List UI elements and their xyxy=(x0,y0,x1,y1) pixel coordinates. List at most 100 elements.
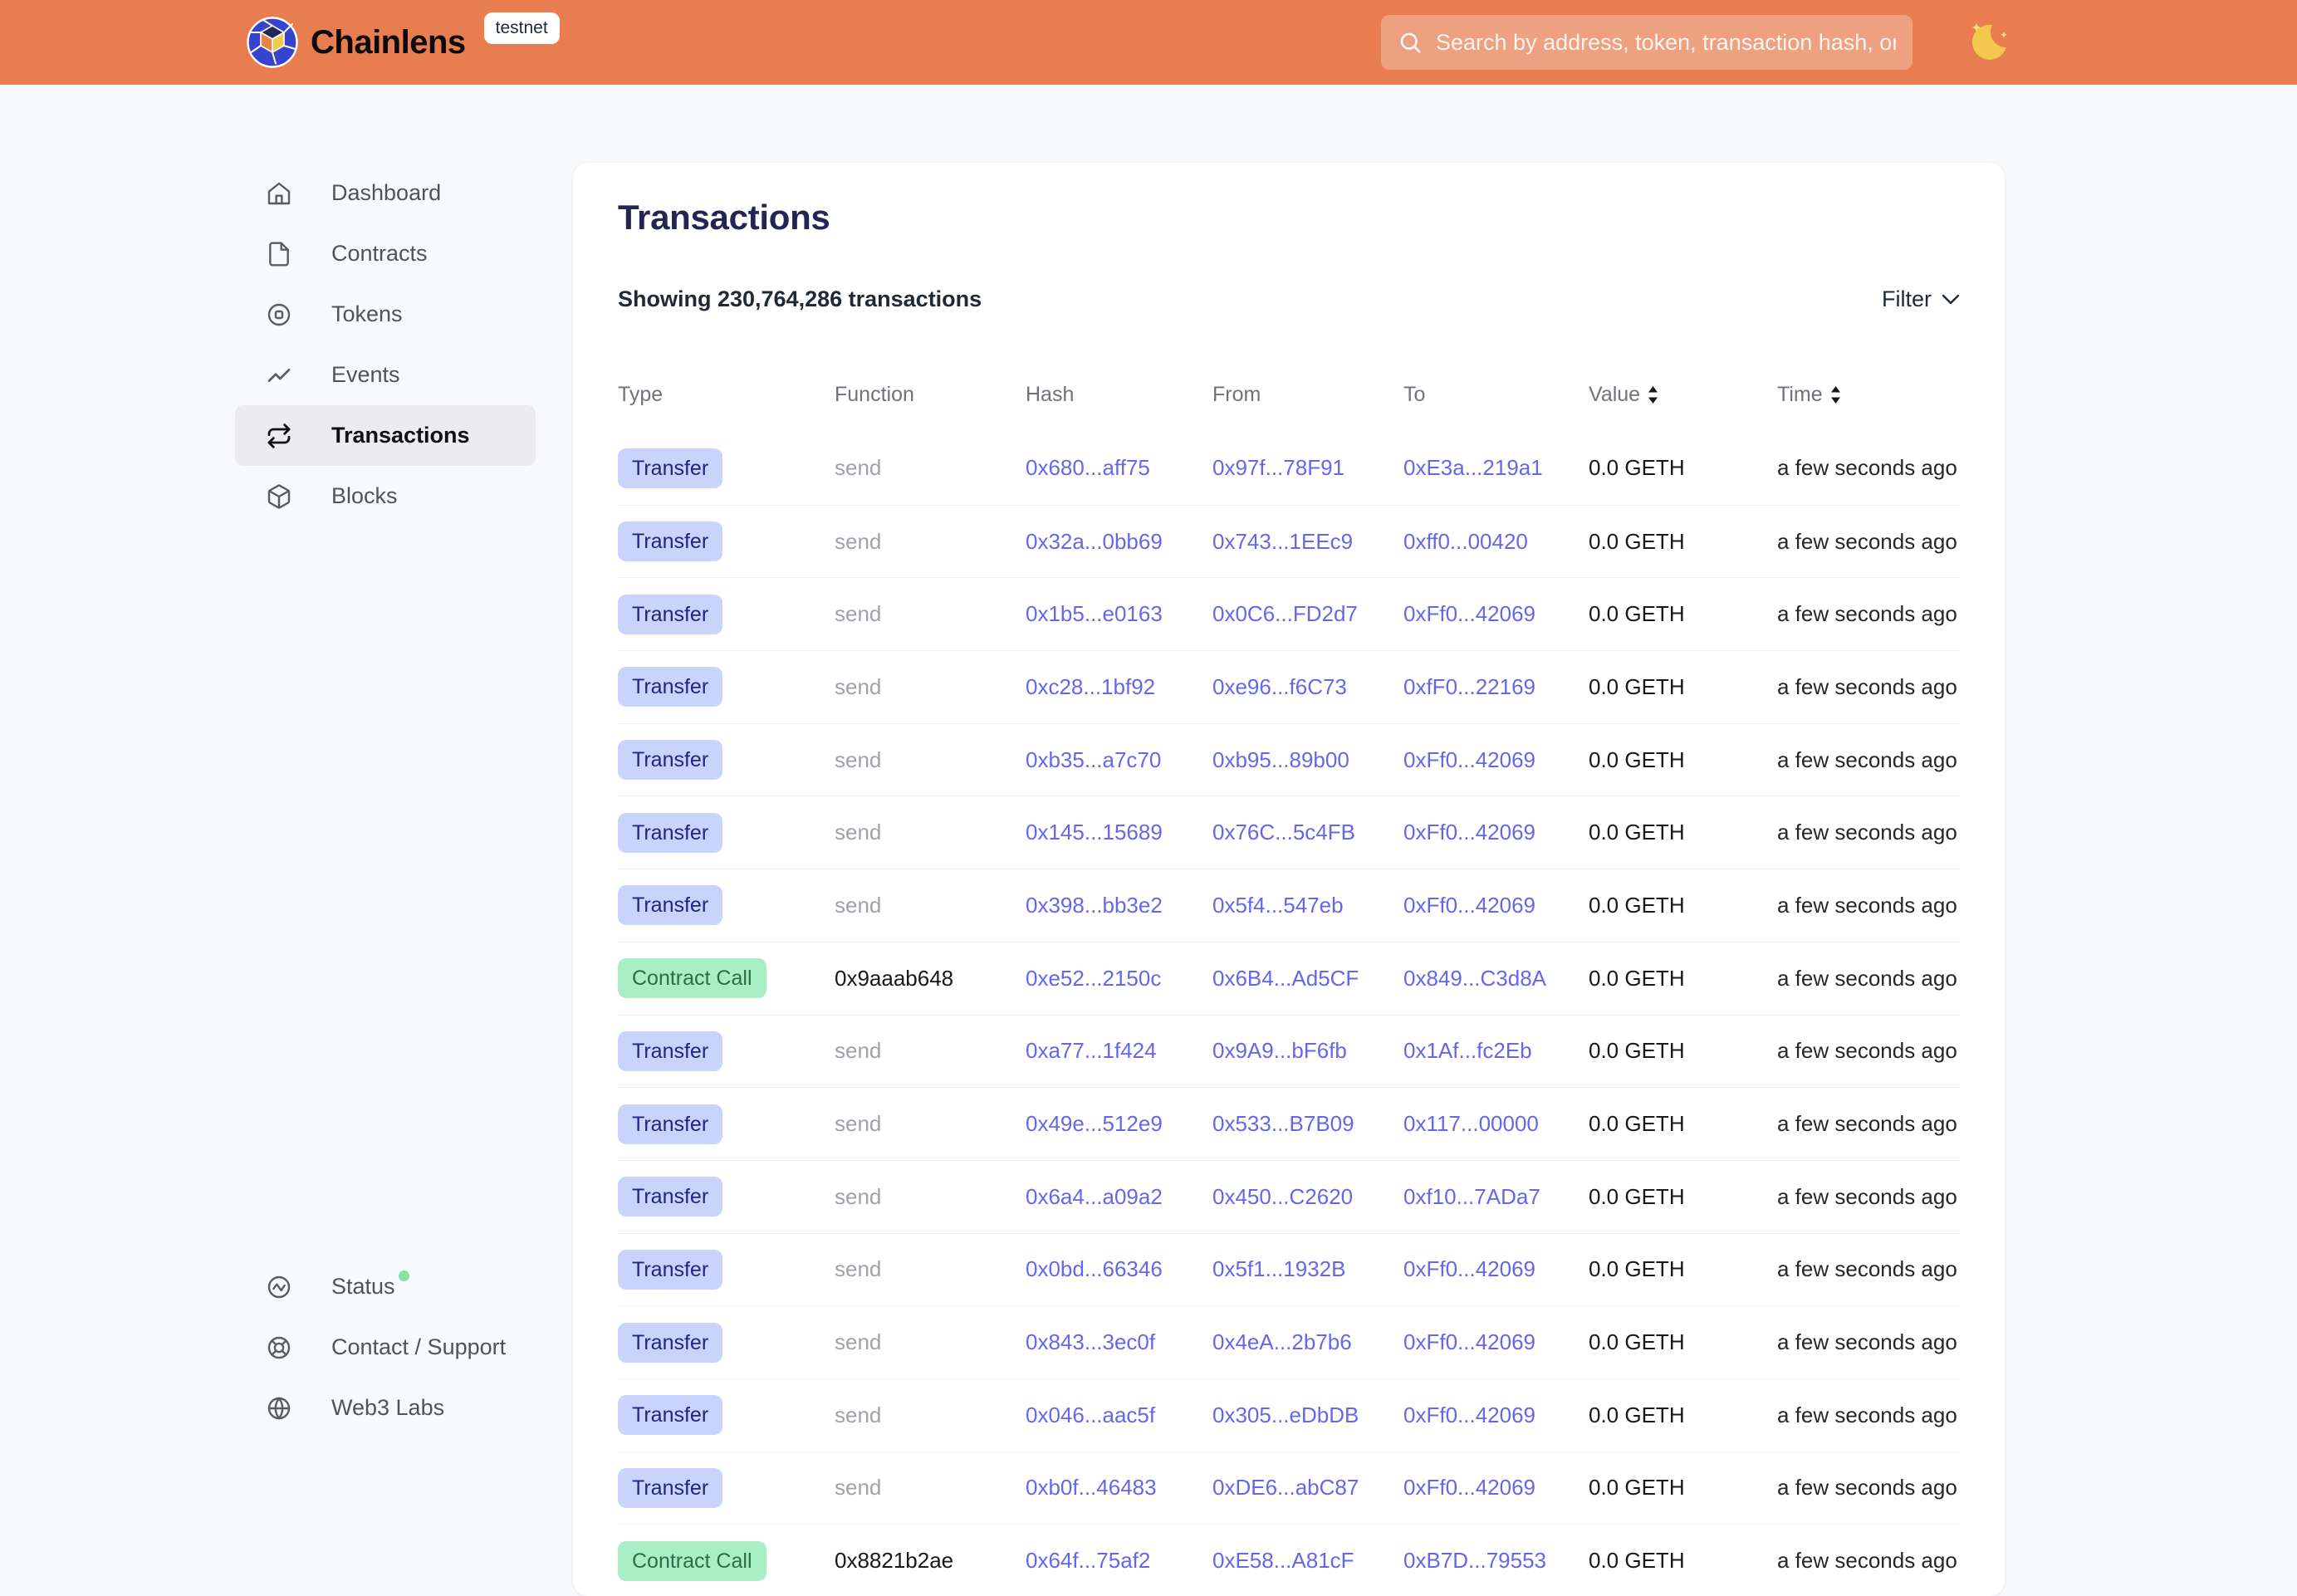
hash-link[interactable]: 0x046...aac5f xyxy=(1026,1403,1155,1427)
sidebar-item-label: Contracts xyxy=(331,241,428,267)
from-link[interactable]: 0x9A9...bF6fb xyxy=(1212,1038,1347,1063)
top-header: Chainlens testnet xyxy=(0,0,2297,85)
status-icon xyxy=(266,1274,292,1300)
to-link[interactable]: 0xf10...7ADa7 xyxy=(1403,1184,1540,1209)
time-cell: a few seconds ago xyxy=(1777,893,1957,918)
column-header-type: Type xyxy=(618,382,835,407)
hash-link[interactable]: 0xb0f...46483 xyxy=(1026,1475,1157,1500)
to-link[interactable]: 0xFf0...42069 xyxy=(1403,1475,1535,1500)
to-link[interactable]: 0xFf0...42069 xyxy=(1403,893,1535,918)
to-link[interactable]: 0x1Af...fc2Eb xyxy=(1403,1038,1532,1063)
column-header-hash: Hash xyxy=(1026,382,1212,407)
hash-link[interactable]: 0x398...bb3e2 xyxy=(1026,893,1163,918)
value-cell: 0.0 GETH xyxy=(1589,1475,1685,1500)
hash-link[interactable]: 0x6a4...a09a2 xyxy=(1026,1184,1163,1209)
hash-link[interactable]: 0xe52...2150c xyxy=(1026,966,1161,991)
filter-button[interactable]: Filter xyxy=(1882,286,1960,312)
sidebar-item-events[interactable]: Events xyxy=(235,345,536,405)
to-link[interactable]: 0xFf0...42069 xyxy=(1403,747,1535,772)
table-row: Transfersend0xc28...1bf920xe96...f6C730x… xyxy=(618,650,1960,723)
search-input[interactable] xyxy=(1436,30,1896,56)
dark-mode-moon-icon[interactable] xyxy=(1966,20,2010,66)
to-link[interactable]: 0xFf0...42069 xyxy=(1403,1256,1535,1281)
sidebar-item-contact-support[interactable]: Contact / Support xyxy=(235,1317,536,1378)
from-link[interactable]: 0x0C6...FD2d7 xyxy=(1212,601,1358,626)
table-row: Transfersend0x1b5...e01630x0C6...FD2d70x… xyxy=(618,577,1960,650)
from-link[interactable]: 0x5f4...547eb xyxy=(1212,893,1344,918)
time-cell: a few seconds ago xyxy=(1777,674,1957,699)
hash-link[interactable]: 0x145...15689 xyxy=(1026,820,1163,845)
search-icon xyxy=(1398,30,1423,55)
function-cell: send xyxy=(835,601,881,626)
from-link[interactable]: 0x76C...5c4FB xyxy=(1212,820,1355,845)
to-link[interactable]: 0xFf0...42069 xyxy=(1403,1403,1535,1427)
tx-type-badge: Transfer xyxy=(618,813,722,853)
sort-time-icon[interactable] xyxy=(1829,384,1842,405)
showing-count: Showing 230,764,286 transactions xyxy=(618,286,982,312)
hash-link[interactable]: 0x49e...512e9 xyxy=(1026,1111,1163,1136)
to-link[interactable]: 0x117...00000 xyxy=(1403,1111,1539,1136)
from-link[interactable]: 0x4eA...2b7b6 xyxy=(1212,1329,1352,1354)
hash-link[interactable]: 0xb35...a7c70 xyxy=(1026,747,1161,772)
hash-link[interactable]: 0x32a...0bb69 xyxy=(1026,529,1163,554)
from-link[interactable]: 0x305...eDbDB xyxy=(1212,1403,1359,1427)
table-row: Transfersend0x145...156890x76C...5c4FB0x… xyxy=(618,796,1960,869)
to-link[interactable]: 0xfF0...22169 xyxy=(1403,674,1535,699)
sidebar-item-contracts[interactable]: Contracts xyxy=(235,223,536,284)
token-icon xyxy=(266,301,292,328)
time-cell: a few seconds ago xyxy=(1777,747,1957,772)
tx-type-badge: Transfer xyxy=(618,1177,722,1217)
search-bar[interactable] xyxy=(1381,15,1913,70)
to-link[interactable]: 0xB7D...79553 xyxy=(1403,1548,1546,1573)
from-link[interactable]: 0x97f...78F91 xyxy=(1212,455,1344,480)
sidebar-item-blocks[interactable]: Blocks xyxy=(235,466,536,526)
hash-link[interactable]: 0x680...aff75 xyxy=(1026,455,1150,480)
tx-type-badge: Transfer xyxy=(618,1468,722,1508)
to-link[interactable]: 0xE3a...219a1 xyxy=(1403,455,1543,480)
from-link[interactable]: 0x450...C2620 xyxy=(1212,1184,1353,1209)
sidebar-item-label: Web3 Labs xyxy=(331,1395,444,1421)
sidebar-item-web3-labs[interactable]: Web3 Labs xyxy=(235,1378,536,1438)
globe-icon xyxy=(266,1395,292,1422)
table-row: Transfersend0xb0f...464830xDE6...abC870x… xyxy=(618,1452,1960,1525)
value-cell: 0.0 GETH xyxy=(1589,1111,1685,1136)
from-link[interactable]: 0xE58...A81cF xyxy=(1212,1548,1354,1573)
value-cell: 0.0 GETH xyxy=(1589,820,1685,845)
sort-value-icon[interactable] xyxy=(1647,384,1659,405)
to-link[interactable]: 0xFf0...42069 xyxy=(1403,601,1535,626)
function-cell: send xyxy=(835,674,881,699)
sidebar-item-tokens[interactable]: Tokens xyxy=(235,284,536,345)
table-row: Transfersend0x680...aff750x97f...78F910x… xyxy=(618,432,1960,505)
to-link[interactable]: 0xFf0...42069 xyxy=(1403,820,1535,845)
brand[interactable]: Chainlens testnet xyxy=(246,0,560,85)
column-header-value: Value xyxy=(1589,382,1777,407)
from-link[interactable]: 0x6B4...Ad5CF xyxy=(1212,966,1359,991)
tx-type-badge: Transfer xyxy=(618,1031,722,1071)
hash-link[interactable]: 0x843...3ec0f xyxy=(1026,1329,1155,1354)
hash-link[interactable]: 0x0bd...66346 xyxy=(1026,1256,1163,1281)
sidebar-item-label: Blocks xyxy=(331,483,398,509)
value-cell: 0.0 GETH xyxy=(1589,1403,1685,1427)
hash-link[interactable]: 0xa77...1f424 xyxy=(1026,1038,1157,1063)
function-cell: 0x8821b2ae xyxy=(835,1548,953,1573)
sidebar-item-label: Tokens xyxy=(331,301,403,327)
to-link[interactable]: 0xFf0...42069 xyxy=(1403,1329,1535,1354)
sidebar-item-status[interactable]: Status xyxy=(235,1256,536,1317)
from-link[interactable]: 0x743...1EEc9 xyxy=(1212,529,1353,554)
sidebar-item-dashboard[interactable]: Dashboard xyxy=(235,163,536,223)
from-link[interactable]: 0xe96...f6C73 xyxy=(1212,674,1347,699)
from-link[interactable]: 0xb95...89b00 xyxy=(1212,747,1349,772)
hash-link[interactable]: 0x64f...75af2 xyxy=(1026,1548,1150,1573)
from-link[interactable]: 0xDE6...abC87 xyxy=(1212,1475,1359,1500)
to-link[interactable]: 0x849...C3d8A xyxy=(1403,966,1546,991)
value-cell: 0.0 GETH xyxy=(1589,1038,1685,1063)
to-link[interactable]: 0xff0...00420 xyxy=(1403,529,1528,554)
sidebar-item-transactions[interactable]: Transactions xyxy=(235,405,536,466)
contract-icon xyxy=(266,241,292,267)
hash-link[interactable]: 0x1b5...e0163 xyxy=(1026,601,1163,626)
from-link[interactable]: 0x533...B7B09 xyxy=(1212,1111,1354,1136)
list-header: Showing 230,764,286 transactions Filter xyxy=(618,286,1960,312)
from-link[interactable]: 0x5f1...1932B xyxy=(1212,1256,1345,1281)
time-cell: a few seconds ago xyxy=(1777,1256,1957,1281)
hash-link[interactable]: 0xc28...1bf92 xyxy=(1026,674,1155,699)
